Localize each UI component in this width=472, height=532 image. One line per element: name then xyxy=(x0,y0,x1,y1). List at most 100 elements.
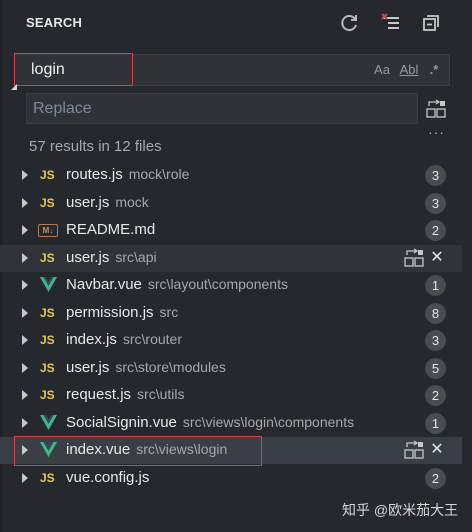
file-path: src\api xyxy=(115,249,157,265)
file-name: routes.js xyxy=(66,166,123,183)
result-file-row[interactable]: JS user.js src\store\modules 5 xyxy=(0,355,462,382)
chevron-right-icon[interactable] xyxy=(22,253,28,263)
vue-file-icon xyxy=(40,442,57,459)
file-name: Navbar.vue xyxy=(66,276,142,293)
file-path: src\utils xyxy=(137,386,185,402)
result-file-row[interactable]: index.vue src\views\login ✕ xyxy=(0,437,462,464)
js-file-icon: JS xyxy=(40,471,55,485)
chevron-right-icon[interactable] xyxy=(22,308,28,318)
match-count-badge: 3 xyxy=(425,193,446,214)
whole-word-icon: Abl xyxy=(399,62,419,77)
replace-in-file-icon[interactable] xyxy=(404,440,424,460)
chevron-right-icon[interactable] xyxy=(22,280,28,290)
js-file-icon: JS xyxy=(40,306,55,320)
results-summary: 57 results in 12 files xyxy=(29,138,162,155)
result-file-row[interactable]: JS routes.js mock\role 3 xyxy=(0,162,462,189)
file-name: request.js xyxy=(66,386,132,403)
match-count-badge: 2 xyxy=(425,220,446,241)
replace-input[interactable] xyxy=(27,94,417,123)
file-path: src\router xyxy=(122,331,182,347)
collapse-all-icon[interactable] xyxy=(420,12,442,34)
match-count-badge: 2 xyxy=(425,385,446,406)
result-file-row[interactable]: Navbar.vue src\layout\components 1 xyxy=(0,272,462,299)
replace-all-icon[interactable] xyxy=(426,99,446,119)
file-name: README.md xyxy=(66,221,156,238)
file-name: user.js xyxy=(66,249,110,266)
result-file-name: user.js mock xyxy=(66,194,149,211)
vue-file-icon xyxy=(40,415,57,432)
result-file-row[interactable]: SocialSignin.vue src\views\login\componen… xyxy=(0,410,462,437)
regex-icon: .* xyxy=(429,62,439,77)
result-file-name: Navbar.vue src\layout\components xyxy=(66,276,288,293)
chevron-right-icon[interactable] xyxy=(22,445,28,455)
result-file-row[interactable]: JS vue.config.js 2 xyxy=(0,465,462,492)
js-file-icon: JS xyxy=(40,251,55,265)
match-count-badge: 1 xyxy=(425,275,446,296)
js-file-icon: JS xyxy=(40,388,55,402)
chevron-right-icon[interactable] xyxy=(22,170,28,180)
file-path: mock xyxy=(115,194,149,210)
whole-word-toggle[interactable]: Abl xyxy=(398,60,420,80)
result-file-name: vue.config.js xyxy=(66,469,149,486)
refresh-icon[interactable] xyxy=(339,12,361,34)
file-path: src\views\login xyxy=(136,441,228,457)
match-count-badge: 8 xyxy=(425,303,446,324)
chevron-right-icon[interactable] xyxy=(22,390,28,400)
match-count-badge: 5 xyxy=(425,358,446,379)
panel-title: SEARCH xyxy=(26,15,83,30)
chevron-right-icon[interactable] xyxy=(22,363,28,373)
file-path: src\store\modules xyxy=(115,359,226,375)
file-name: user.js xyxy=(66,194,110,211)
match-count-badge: 3 xyxy=(425,330,446,351)
result-file-row[interactable]: JS user.js mock 3 xyxy=(0,190,462,217)
file-name: vue.config.js xyxy=(66,469,150,486)
resize-corner-icon xyxy=(11,84,17,90)
clear-results-icon[interactable] xyxy=(380,12,402,34)
file-path: src xyxy=(159,304,179,320)
js-file-icon: JS xyxy=(40,196,55,210)
markdown-file-icon: M↓ xyxy=(38,224,58,237)
result-file-row[interactable]: JS index.js src\router 3 xyxy=(0,327,462,354)
chevron-right-icon[interactable] xyxy=(22,473,28,483)
file-path: src\views\login\components xyxy=(182,414,355,430)
result-file-name: README.md xyxy=(66,221,155,238)
regex-toggle[interactable]: .* xyxy=(426,60,442,80)
match-count-badge: 2 xyxy=(425,468,446,489)
match-count-badge: 1 xyxy=(425,413,446,434)
result-file-name: index.js src\router xyxy=(66,331,182,348)
match-count-badge: 3 xyxy=(425,165,446,186)
search-input[interactable] xyxy=(15,55,355,85)
result-file-row[interactable]: JS request.js src\utils 2 xyxy=(0,382,462,409)
result-file-row[interactable]: M↓ README.md 2 xyxy=(0,217,462,244)
result-file-name: user.js src\store\modules xyxy=(66,359,226,376)
search-panel-header: SEARCH xyxy=(0,0,472,46)
js-file-icon: JS xyxy=(40,168,55,182)
file-name: permission.js xyxy=(66,304,154,321)
file-name: index.js xyxy=(66,331,117,348)
chevron-right-icon[interactable] xyxy=(22,225,28,235)
result-file-name: permission.js src xyxy=(66,304,178,321)
js-file-icon: JS xyxy=(40,333,55,347)
replace-in-file-icon[interactable] xyxy=(404,248,424,268)
watermark: 知乎 @欧米茄大王 xyxy=(342,502,459,518)
dismiss-result-icon[interactable]: ✕ xyxy=(429,439,445,461)
match-case-toggle[interactable]: Aa xyxy=(372,60,392,80)
more-options-icon[interactable]: ··· xyxy=(428,124,445,140)
chevron-right-icon[interactable] xyxy=(22,418,28,428)
file-name: user.js xyxy=(66,359,110,376)
result-file-name: SocialSignin.vue src\views\login\componen… xyxy=(66,414,354,431)
chevron-right-icon[interactable] xyxy=(22,335,28,345)
dismiss-result-icon[interactable]: ✕ xyxy=(429,247,445,269)
result-file-name: user.js src\api xyxy=(66,249,157,266)
replace-field[interactable] xyxy=(26,93,418,124)
js-file-icon: JS xyxy=(40,361,55,375)
result-file-row[interactable]: JS permission.js src 8 xyxy=(0,300,462,327)
chevron-right-icon[interactable] xyxy=(22,198,28,208)
result-file-row[interactable]: JS user.js src\api ✕ xyxy=(0,245,462,272)
result-file-name: index.vue src\views\login xyxy=(66,441,227,458)
result-file-name: request.js src\utils xyxy=(66,386,185,403)
result-file-name: routes.js mock\role xyxy=(66,166,189,183)
match-case-icon: Aa xyxy=(374,62,390,77)
file-name: index.vue xyxy=(66,441,131,458)
file-name: SocialSignin.vue xyxy=(66,414,177,431)
